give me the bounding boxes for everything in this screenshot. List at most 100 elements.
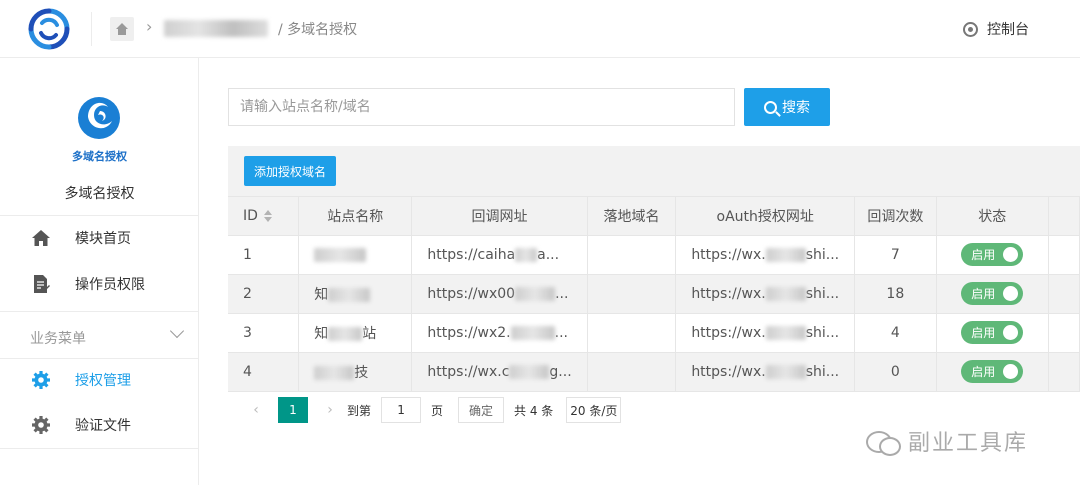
sidebar-divider	[0, 311, 199, 312]
column-header-id[interactable]: ID	[228, 197, 300, 236]
sidebar-divider	[0, 448, 199, 449]
current-page-button[interactable]: 1	[278, 397, 308, 423]
search-button[interactable]: 搜索	[744, 88, 830, 126]
cell-landing-domain	[587, 274, 677, 314]
cell-status: 启用	[936, 235, 1049, 275]
status-toggle[interactable]: 启用	[961, 321, 1024, 344]
cell-extra	[1048, 313, 1080, 353]
table-panel: 添加授权域名 ID 站点名称 回调网址 落地域名 oAuth授权网址 回调次数 …	[228, 146, 1080, 431]
cell-extra	[1048, 274, 1080, 314]
app-logo[interactable]	[27, 7, 71, 51]
status-toggle[interactable]: 启用	[961, 282, 1024, 305]
sidebar-group-label: 业务菜单	[30, 331, 86, 347]
toggle-knob	[1003, 247, 1019, 262]
chevron-down-icon	[169, 323, 185, 339]
document-edit-icon	[31, 274, 51, 294]
watermark-text: 副业工具库	[908, 431, 1029, 456]
column-header-site-name: 站点名称	[298, 197, 413, 236]
cell-callback-count: 18	[854, 274, 937, 314]
column-header-status: 状态	[936, 197, 1049, 236]
sidebar-item-home[interactable]: 模块首页	[0, 216, 199, 260]
cell-status: 启用	[936, 313, 1049, 353]
next-page-button[interactable]: ›	[318, 397, 342, 423]
header-divider	[91, 12, 92, 46]
goto-confirm-button[interactable]: 确定	[458, 397, 505, 423]
page-size-select[interactable]: 20 条/页	[566, 397, 622, 423]
console-link[interactable]: 控制台	[963, 19, 1029, 39]
cell-id: 1	[228, 235, 300, 275]
watermark: 副业工具库	[866, 425, 1028, 457]
brand-text: 多域名授权	[72, 150, 127, 163]
cell-site-name: 知	[298, 274, 413, 314]
cell-callback-count: 0	[854, 352, 937, 392]
search-input[interactable]: 请输入站点名称/域名	[228, 88, 735, 126]
sidebar-item-label: 操作员权限	[75, 277, 145, 293]
table-row[interactable]: 1 https://caiha a... https://wx. shi... 7 …	[228, 235, 1080, 275]
table-row[interactable]: 3 知站 https://wx2.... https://wx. shi... 4…	[228, 313, 1080, 353]
chevron-right-icon: ›	[146, 17, 153, 36]
cell-id: 4	[228, 352, 300, 392]
goto-label: 到第	[347, 403, 372, 418]
site-name: 多域名授权	[64, 186, 135, 202]
cell-id: 2	[228, 274, 300, 314]
cell-callback-url: https://wx2....	[411, 313, 588, 353]
cell-oauth-url: https://wx. shi...	[675, 274, 856, 314]
toggle-knob	[1003, 286, 1019, 301]
goto-page-input[interactable]: 1	[381, 397, 422, 423]
sort-icon[interactable]	[263, 209, 272, 222]
cell-landing-domain	[587, 352, 677, 392]
brand-logo	[78, 97, 120, 139]
column-header-oauth-url: oAuth授权网址	[675, 197, 856, 236]
cell-callback-url: https://wx00...	[411, 274, 588, 314]
column-header-extra	[1048, 197, 1080, 236]
prev-page-button[interactable]: ‹	[244, 397, 268, 423]
cell-oauth-url: https://wx. shi...	[675, 235, 856, 275]
sidebar-item-verify-file[interactable]: 验证文件	[0, 403, 199, 447]
column-header-callback-url: 回调网址	[411, 197, 588, 236]
cell-status: 启用	[936, 352, 1049, 392]
table-row[interactable]: 2 知 https://wx00... https://wx. shi... 18…	[228, 274, 1080, 314]
search-button-label: 搜索	[782, 100, 810, 116]
toggle-knob	[1003, 325, 1019, 340]
console-label: 控制台	[987, 22, 1029, 38]
cell-extra	[1048, 352, 1080, 392]
total-count: 共 4 条	[514, 403, 554, 418]
page-label: 页	[431, 403, 444, 418]
sidebar-item-operator-permissions[interactable]: 操作员权限	[0, 262, 199, 306]
cell-landing-domain	[587, 313, 677, 353]
pagination: ‹ 1 › 到第 1 页 确定 共 4 条 20 条/页	[244, 397, 622, 423]
top-bar: › / 多域名授权 控制台	[0, 0, 1080, 58]
add-domain-button[interactable]: 添加授权域名	[244, 156, 336, 186]
home-icon	[116, 23, 128, 35]
cell-site-name: 知站	[298, 313, 413, 353]
cell-landing-domain	[587, 235, 677, 275]
column-header-callback-count: 回调次数	[854, 197, 937, 236]
cell-callback-count: 7	[854, 235, 937, 275]
breadcrumb-current: / 多域名授权	[278, 22, 358, 38]
sidebar-item-auth-management[interactable]: 授权管理	[0, 358, 199, 402]
table-toolbar: 添加授权域名	[228, 146, 1080, 197]
gear-icon	[31, 370, 51, 390]
cell-oauth-url: https://wx. shi...	[675, 313, 856, 353]
cell-callback-url: https://wx.c g...	[411, 352, 588, 392]
sidebar-item-label: 授权管理	[75, 373, 131, 389]
column-header-landing-domain: 落地域名	[587, 197, 677, 236]
sidebar-item-label: 模块首页	[75, 231, 131, 247]
gear-icon	[31, 415, 51, 435]
status-toggle[interactable]: 启用	[961, 243, 1024, 266]
table-header-row: ID 站点名称 回调网址 落地域名 oAuth授权网址 回调次数 状态	[228, 197, 1080, 236]
sidebar-group-business-menu[interactable]: 业务菜单	[0, 318, 199, 356]
table-row[interactable]: 4 技 https://wx.c g... https://wx. shi... 0…	[228, 352, 1080, 392]
cell-callback-count: 4	[854, 313, 937, 353]
home-icon	[31, 228, 51, 248]
breadcrumb-blurred-item[interactable]	[164, 20, 268, 37]
toggle-knob	[1003, 364, 1019, 379]
breadcrumb-home-button[interactable]	[110, 17, 134, 41]
cell-site-name: 技	[298, 352, 413, 392]
sidebar-item-label: 验证文件	[75, 418, 131, 434]
cell-callback-url: https://caiha a...	[411, 235, 588, 275]
domain-table: ID 站点名称 回调网址 落地域名 oAuth授权网址 回调次数 状态 1 ht…	[228, 197, 1080, 392]
wechat-icon	[866, 429, 902, 456]
status-toggle[interactable]: 启用	[961, 360, 1024, 383]
cell-extra	[1048, 235, 1080, 275]
